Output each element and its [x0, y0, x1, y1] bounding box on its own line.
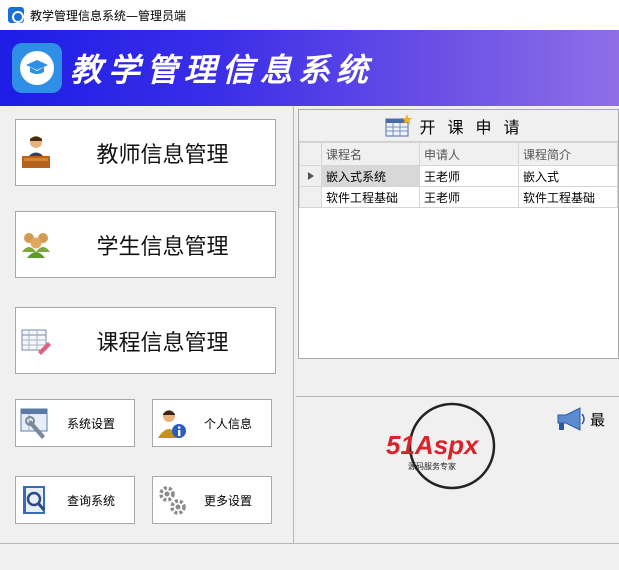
notice-marquee: 最	[556, 406, 605, 432]
brand-name-text: 51Aspx	[386, 430, 480, 460]
settings-wrench-icon	[20, 408, 48, 439]
system-title: 教学管理信息系统	[70, 51, 375, 89]
table-row[interactable]: 软件工程基础 王老师 软件工程基础	[299, 186, 618, 208]
megaphone-icon	[557, 407, 585, 431]
cell-applicant[interactable]: 王老师	[419, 165, 519, 187]
brand-slogan-text: 源码服务专家	[408, 461, 456, 471]
course-management-button[interactable]: 课程信息管理	[15, 307, 276, 374]
row-header	[299, 186, 322, 208]
column-header-applicant[interactable]: 申请人	[419, 142, 519, 166]
window-titlebar: 教学管理信息系统—管理员端	[0, 0, 619, 30]
table-row[interactable]: 嵌入式系统 王老师 嵌入式	[299, 165, 618, 187]
cell-course-name[interactable]: 嵌入式系统	[321, 165, 420, 187]
current-row-indicator-icon	[299, 165, 322, 187]
student-management-button[interactable]: 学生信息管理	[15, 211, 276, 278]
system-settings-button[interactable]: 系统设置	[15, 399, 135, 447]
user-info-icon	[158, 410, 186, 438]
course-grid-icon	[21, 329, 51, 355]
panel-divider	[296, 396, 619, 397]
window-title: 教学管理信息系统—管理员端	[30, 8, 187, 23]
students-group-icon	[22, 233, 50, 258]
course-management-label: 课程信息管理	[96, 330, 229, 356]
course-request-header: 开课申请	[299, 110, 618, 142]
cell-applicant[interactable]: 王老师	[419, 186, 519, 208]
table-star-icon	[385, 113, 413, 136]
app-icon	[8, 7, 24, 23]
cell-course-intro[interactable]: 软件工程基础	[518, 186, 618, 208]
course-request-box: 开课申请 课程名 申请人 课程简介 嵌入式系统 王老师 嵌入式 软件工程基础 王…	[298, 109, 619, 359]
teacher-desk-icon	[22, 136, 50, 168]
course-request-title: 开课申请	[419, 117, 532, 137]
notice-text: 最	[590, 410, 606, 429]
graduation-cap-logo-icon	[12, 43, 62, 93]
left-menu-panel: 教师信息管理 学生信息管理 课程信息管理 系统设置 个人信息 查询系统 更多设置	[0, 106, 294, 543]
right-content-panel: 开课申请 课程名 申请人 课程简介 嵌入式系统 王老师 嵌入式 软件工程基础 王…	[296, 106, 619, 543]
personal-info-button[interactable]: 个人信息	[152, 399, 272, 447]
student-management-label: 学生信息管理	[96, 234, 229, 260]
column-header-course-name[interactable]: 课程名	[321, 142, 420, 166]
gears-icon	[159, 486, 186, 515]
header-banner: 教学管理信息系统	[0, 30, 619, 106]
status-bar	[0, 543, 619, 570]
teacher-management-label: 教师信息管理	[96, 142, 229, 168]
teacher-management-button[interactable]: 教师信息管理	[15, 119, 276, 186]
column-header-course-intro[interactable]: 课程简介	[518, 142, 618, 166]
brand-logo: 51Aspx 源码服务专家	[386, 402, 496, 490]
cell-course-name[interactable]: 软件工程基础	[321, 186, 420, 208]
more-settings-button[interactable]: 更多设置	[152, 476, 272, 524]
course-request-table: 课程名 申请人 课程简介 嵌入式系统 王老师 嵌入式 软件工程基础 王老师 软件…	[299, 142, 618, 208]
cell-course-intro[interactable]: 嵌入式	[518, 165, 618, 187]
row-header-corner	[299, 142, 322, 166]
query-system-button[interactable]: 查询系统	[15, 476, 135, 524]
query-book-icon	[23, 486, 46, 514]
